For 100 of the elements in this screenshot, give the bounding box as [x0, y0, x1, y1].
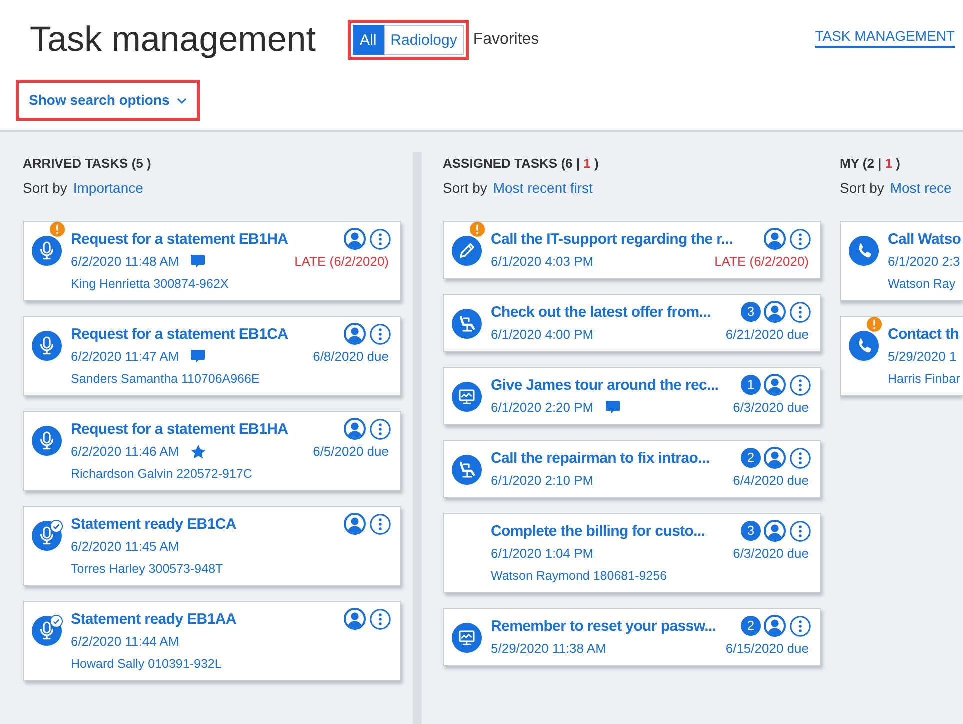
task-title[interactable]: Call the IT-support regarding the r... [491, 230, 733, 248]
due-date: LATE (6/2/2020) [714, 254, 809, 269]
page-title: Task management [30, 19, 316, 61]
chair-icon [452, 454, 482, 484]
task-card[interactable]: Give James tour around the rec... 1 6/1/2020 2:20 PM 6/3/2020 due [443, 367, 821, 425]
more-icon[interactable] [790, 228, 811, 250]
count-badge: 2 [741, 448, 761, 468]
task-time: 6/2/2020 11:47 AM [71, 349, 180, 364]
filter-tab[interactable]: All [352, 25, 384, 55]
task-title[interactable]: Statement ready EB1CA [71, 516, 236, 532]
sort-link[interactable]: Most rece [890, 178, 952, 198]
task-time: 6/1/2020 1:04 PM [491, 546, 594, 561]
column-heading: ASSIGNED TASKS (6 | 1 ) [443, 156, 599, 171]
task-card[interactable]: Check out the latest offer from... 3 6/1/2020 4:00 PM 6/21/2020 due [443, 294, 821, 352]
user-icon[interactable] [344, 323, 366, 345]
patient-name: Harris Finbar [888, 372, 960, 386]
patient-name: Torres Harley 300573-948T [71, 562, 224, 576]
patient-name: Watson Raymond 180681-9256 [491, 569, 668, 583]
task-title[interactable]: Give James tour around the rec... [491, 376, 719, 394]
filter-tab[interactable]: Radiology [384, 25, 464, 55]
user-icon[interactable] [764, 615, 786, 637]
user-icon[interactable] [344, 513, 366, 535]
user-icon[interactable] [344, 608, 366, 630]
chair-icon [452, 308, 482, 338]
due-date: 6/3/2020 due [733, 546, 809, 561]
star-icon[interactable] [191, 444, 206, 458]
favorites-link[interactable]: Favorites [473, 31, 540, 49]
task-title[interactable]: Remember to reset your passw... [491, 618, 716, 634]
search-options-toggle[interactable]: Show search options [19, 83, 197, 118]
count-badge: 3 [741, 521, 761, 541]
sort-link[interactable]: Most recent first [493, 178, 593, 198]
task-card[interactable]: Request for a statement EB1HA 6/2/2020 11:46 AM 6/5/2020 due Richardson Galvin 220572-917C [23, 411, 401, 491]
more-icon[interactable] [370, 324, 391, 344]
sort-label: Sort by [443, 179, 488, 198]
task-card[interactable]: Request for a statement EB1HA 6/2/2020 11:48 AM LATE (6/2/2020) King Henrietta 300874-962X [23, 221, 401, 301]
task-time: 5/29/2020 1 [888, 349, 957, 364]
microphone-icon [32, 426, 62, 456]
task-title[interactable]: Check out the latest offer from... [491, 304, 711, 320]
task-title[interactable]: Call Watso [888, 230, 962, 248]
comment-icon[interactable] [191, 350, 206, 363]
task-card[interactable]: Call the IT-support regarding the r... 6/1/2020 4:03 PM LATE (6/2/2020) [443, 221, 821, 279]
task-title[interactable]: Request for a statement EB1HA [71, 230, 288, 248]
task-time: 5/29/2020 11:38 AM [491, 641, 606, 656]
monitor-icon [452, 382, 482, 412]
task-time: 6/2/2020 11:44 AM [71, 634, 180, 649]
task-time: 6/1/2020 2:10 PM [491, 473, 594, 488]
task-card[interactable]: Statement ready EB1CA 6/2/2020 11:45 AM Torres Harley 300573-948T [23, 506, 401, 586]
more-icon[interactable] [790, 448, 811, 468]
task-card[interactable]: Call Watso 6/1/2020 2:3 Watson Ray [840, 221, 963, 301]
task-card[interactable]: Statement ready EB1AA 6/2/2020 11:44 AM Howard Sally 010391-932L [23, 601, 401, 681]
more-icon[interactable] [370, 514, 391, 534]
patient-name: Sanders Samantha 110706A966E [71, 372, 260, 386]
user-icon[interactable] [764, 228, 786, 250]
task-title[interactable]: Contact th [888, 326, 960, 342]
more-icon[interactable] [370, 418, 391, 440]
task-time: 6/1/2020 4:03 PM [491, 254, 594, 269]
phone-icon [849, 236, 879, 266]
phone-icon [849, 330, 879, 360]
sort-label: Sort by [840, 179, 884, 198]
more-icon[interactable] [790, 302, 811, 322]
more-icon[interactable] [790, 520, 811, 542]
more-icon[interactable] [790, 374, 811, 396]
task-title[interactable]: Statement ready EB1AA [71, 610, 236, 628]
user-icon[interactable] [764, 447, 786, 469]
more-icon[interactable] [370, 608, 391, 630]
column-heading: MY (2 | 1 ) [840, 156, 900, 171]
task-card[interactable]: Contact th 5/29/2020 1 Harris Finbar [840, 316, 963, 396]
due-date: 6/15/2020 due [726, 641, 809, 656]
due-date: LATE (6/2/2020) [294, 254, 389, 269]
due-date: 6/5/2020 due [313, 444, 389, 459]
task-title[interactable]: Request for a statement EB1CA [71, 326, 288, 342]
task-title[interactable]: Call the repairman to fix intrao... [491, 450, 710, 466]
count-badge: 1 [741, 375, 761, 395]
task-management-link[interactable]: TASK MANAGEMENT [815, 28, 955, 48]
task-time: 6/1/2020 4:00 PM [491, 327, 594, 342]
task-title[interactable]: Request for a statement EB1HA [71, 420, 288, 438]
patient-name: Howard Sally 010391-932L [71, 657, 222, 671]
task-time: 6/2/2020 11:46 AM [71, 444, 180, 459]
comment-icon[interactable] [191, 255, 206, 268]
task-card[interactable]: Complete the billing for custo... 3 6/1/2020 1:04 PM 6/3/2020 due Watson Raymond 180681-9256 [443, 513, 821, 593]
user-icon[interactable] [344, 418, 366, 440]
task-card[interactable]: Request for a statement EB1CA 6/2/2020 11:47 AM 6/8/2020 due Sanders Samantha 110706A966E [23, 316, 401, 396]
user-icon[interactable] [344, 228, 366, 250]
task-title[interactable]: Complete the billing for custo... [491, 522, 706, 540]
user-icon[interactable] [764, 374, 786, 396]
count-badge: 3 [741, 302, 761, 322]
task-time: 6/1/2020 2:20 PM [491, 400, 594, 415]
comment-icon[interactable] [606, 401, 620, 414]
patient-name: Richardson Galvin 220572-917C [71, 467, 252, 481]
more-icon[interactable] [790, 616, 811, 636]
user-icon[interactable] [764, 301, 786, 323]
task-card[interactable]: Call the repairman to fix intrao... 2 6/1/2020 2:10 PM 6/4/2020 due [443, 440, 821, 498]
task-time: 6/2/2020 11:45 AM [71, 539, 180, 554]
task-card[interactable]: Remember to reset your passw... 2 5/29/2020 11:38 AM 6/15/2020 due [443, 608, 821, 666]
user-icon[interactable] [764, 520, 786, 542]
column-heading: ARRIVED TASKS (5 ) [23, 156, 152, 171]
sort-link[interactable]: Importance [73, 178, 144, 198]
microphone-icon [32, 330, 62, 360]
more-icon[interactable] [370, 228, 391, 250]
task-time: 6/2/2020 11:48 AM [71, 254, 180, 269]
